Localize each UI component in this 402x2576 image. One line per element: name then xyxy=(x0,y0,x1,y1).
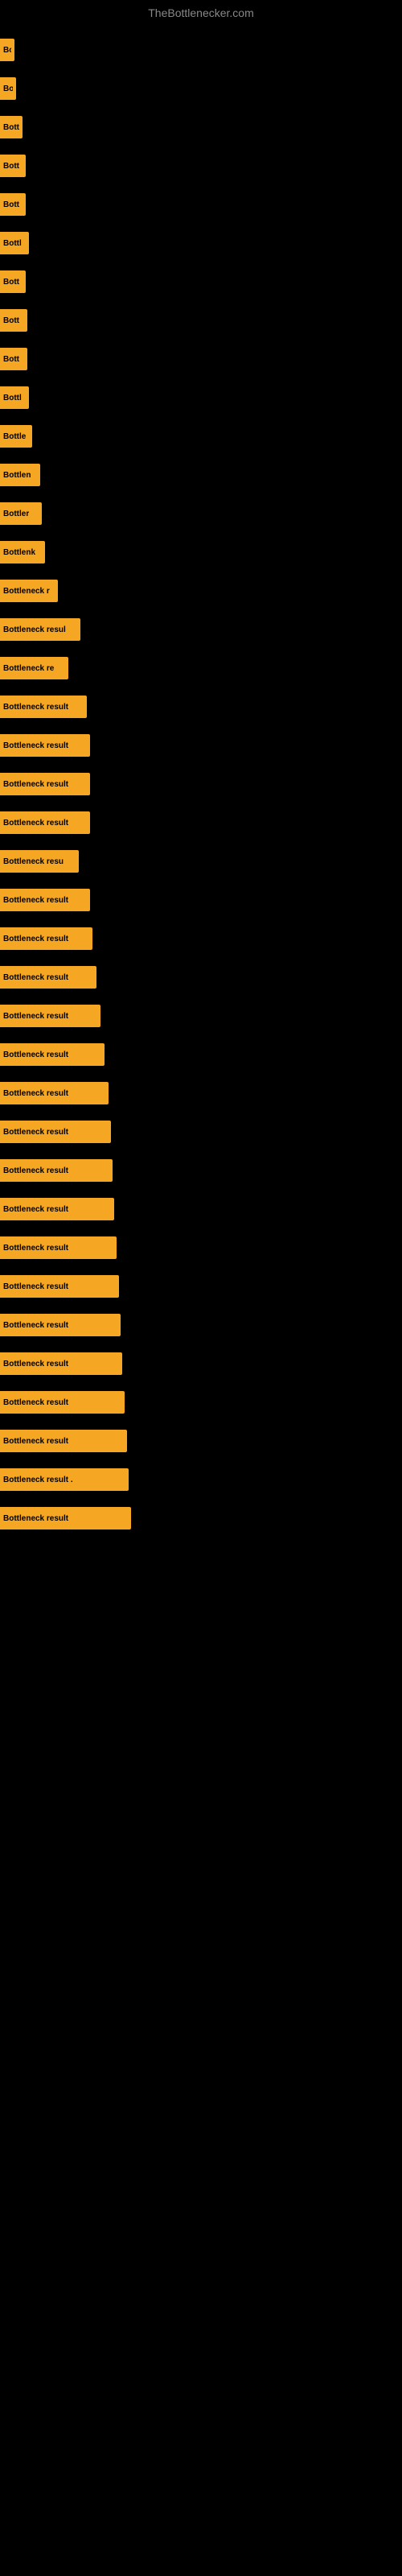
list-item: Bottleneck result xyxy=(0,964,402,990)
bottleneck-label: Bottleneck result xyxy=(3,896,68,905)
list-item: Bottleneck re xyxy=(0,655,402,681)
list-item: Bottlen xyxy=(0,462,402,488)
bottleneck-label: Bott xyxy=(3,316,19,325)
list-item: Bott xyxy=(0,153,402,179)
list-item: Bottleneck result xyxy=(0,1080,402,1106)
bottleneck-label: Bottleneck r xyxy=(3,587,50,596)
list-item: Bottleneck result xyxy=(0,1351,402,1377)
list-item: Bottleneck result xyxy=(0,1119,402,1145)
bottleneck-label: Bottleneck result xyxy=(3,819,68,828)
list-item: Bottleneck result xyxy=(0,771,402,797)
site-title: TheBottlenecker.com xyxy=(0,0,402,23)
bottleneck-label: Bottl xyxy=(3,394,22,402)
bottleneck-label: Bottleneck result xyxy=(3,1514,68,1523)
list-item: Bottl xyxy=(0,385,402,411)
list-item: Bottleneck result xyxy=(0,1158,402,1183)
bottleneck-label: Bott xyxy=(3,123,19,132)
bottleneck-label: Bottlenk xyxy=(3,548,35,557)
list-item: Bottleneck result xyxy=(0,1428,402,1454)
bottleneck-label: Bottleneck result xyxy=(3,1282,68,1291)
list-item: Bott xyxy=(0,269,402,295)
list-item: Bottler xyxy=(0,501,402,526)
list-item: Bottlenk xyxy=(0,539,402,565)
bottleneck-label: Bottleneck resul xyxy=(3,625,66,634)
bottleneck-label: Bottleneck result xyxy=(3,741,68,750)
list-item: Bottleneck result xyxy=(0,1274,402,1299)
items-container: Bo Bo Bott Bott Bott Bottl Bott Bott Bott Bottl Bo… xyxy=(0,23,402,1546)
bottleneck-label: Bottleneck result xyxy=(3,1089,68,1098)
bottleneck-label: Bottleneck result xyxy=(3,1244,68,1253)
list-item: Bottleneck resul xyxy=(0,617,402,642)
list-item: Bottleneck result xyxy=(0,1235,402,1261)
list-item: Bottleneck result xyxy=(0,1312,402,1338)
list-item: Bottleneck result xyxy=(0,1042,402,1067)
bottleneck-label: Bottleneck result xyxy=(3,1166,68,1175)
list-item: Bottle xyxy=(0,423,402,449)
list-item: Bottleneck result xyxy=(0,694,402,720)
bottleneck-label: Bottleneck result xyxy=(3,1051,68,1059)
list-item: Bottleneck result xyxy=(0,1196,402,1222)
list-item: Bottleneck result xyxy=(0,1389,402,1415)
bottleneck-label: Bottleneck result xyxy=(3,1360,68,1368)
bottleneck-label: Bottleneck result xyxy=(3,1205,68,1214)
list-item: Bott xyxy=(0,346,402,372)
bottleneck-label: Bottler xyxy=(3,510,29,518)
bottleneck-label: Bott xyxy=(3,278,19,287)
list-item: Bottleneck result . xyxy=(0,1467,402,1492)
list-item: Bott xyxy=(0,192,402,217)
bottleneck-label: Bottleneck re xyxy=(3,664,54,673)
bottleneck-label: Bottlen xyxy=(3,471,31,480)
bottleneck-label: Bott xyxy=(3,200,19,209)
bottleneck-label: Bo xyxy=(3,85,13,93)
bottleneck-label: Bottleneck result xyxy=(3,703,68,712)
list-item: Bott xyxy=(0,308,402,333)
list-item: Bottleneck result xyxy=(0,810,402,836)
bottleneck-label: Bottleneck result xyxy=(3,973,68,982)
bottleneck-label: Bott xyxy=(3,355,19,364)
bottleneck-label: Bottleneck result xyxy=(3,1128,68,1137)
list-item: Bo xyxy=(0,37,402,63)
list-item: Bottleneck result xyxy=(0,926,402,952)
list-item: Bottleneck r xyxy=(0,578,402,604)
bottleneck-label: Bottleneck result xyxy=(3,780,68,789)
bottleneck-label: Bottl xyxy=(3,239,22,248)
bottleneck-label: Bo xyxy=(3,46,11,55)
bottleneck-label: Bottleneck result xyxy=(3,1321,68,1330)
bottleneck-label: Bottleneck resu xyxy=(3,857,64,866)
list-item: Bottleneck result xyxy=(0,733,402,758)
bottleneck-label: Bottleneck result xyxy=(3,1012,68,1021)
bottleneck-label: Bottle xyxy=(3,432,26,441)
list-item: Bo xyxy=(0,76,402,101)
list-item: Bottl xyxy=(0,230,402,256)
list-item: Bottleneck result xyxy=(0,887,402,913)
bottleneck-label: Bottleneck result xyxy=(3,1437,68,1446)
list-item: Bottleneck result xyxy=(0,1505,402,1531)
bottleneck-label: Bottleneck result . xyxy=(3,1476,73,1484)
bottleneck-label: Bottleneck result xyxy=(3,935,68,943)
list-item: Bott xyxy=(0,114,402,140)
bottleneck-label: Bottleneck result xyxy=(3,1398,68,1407)
bottleneck-label: Bott xyxy=(3,162,19,171)
list-item: Bottleneck resu xyxy=(0,848,402,874)
list-item: Bottleneck result xyxy=(0,1003,402,1029)
